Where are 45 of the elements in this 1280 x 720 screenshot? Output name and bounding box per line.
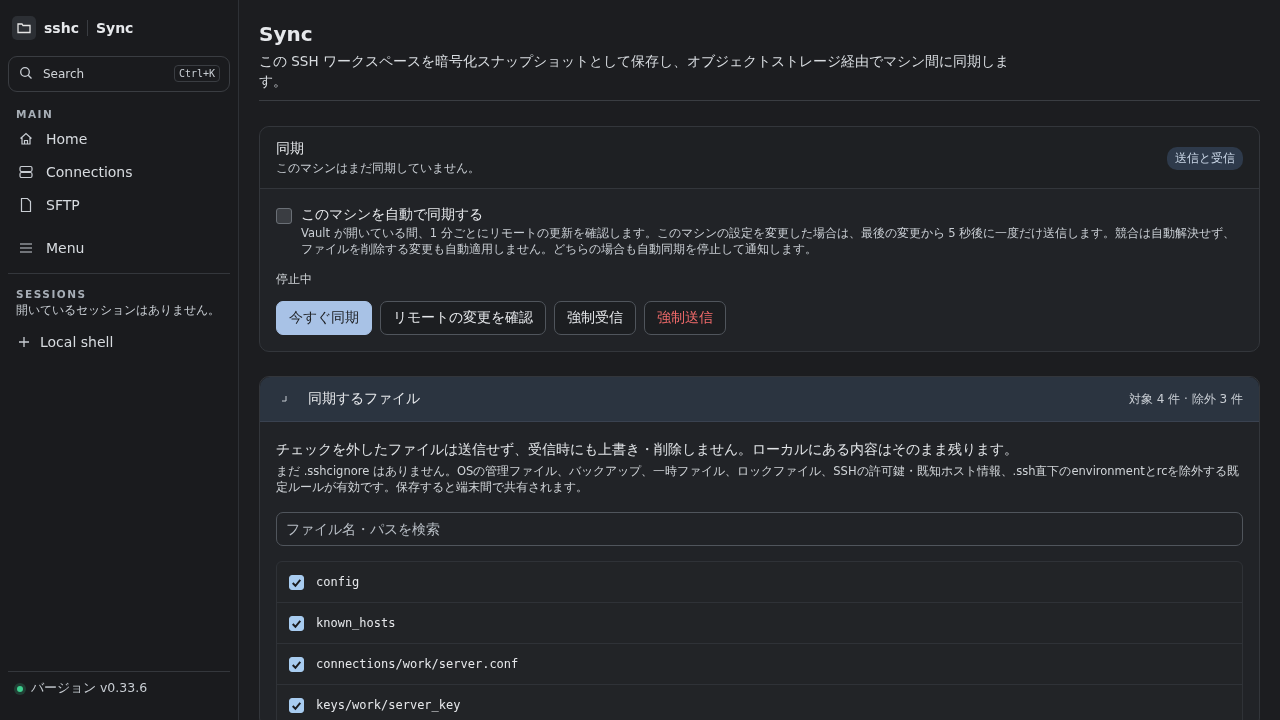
shortcut-key: Ctrl+K (173, 65, 220, 82)
nav-item[interactable]: Menu (8, 231, 230, 264)
card-title: 同期 (276, 140, 305, 158)
file-path: known_hosts (316, 616, 396, 630)
page-description: この SSH ワークスペースを暗号化スナップショットとして保存し、オブジェクトストレージ経由でマシン間に同期します。 (259, 52, 1010, 91)
checkbox[interactable] (276, 208, 292, 224)
server-icon (18, 163, 34, 180)
page-title: Sync (259, 22, 314, 46)
checkbox-label: このマシンを自動で同期する (301, 206, 484, 224)
checkbox[interactable] (289, 574, 304, 590)
section-title: 同期するファイル (308, 390, 421, 408)
folder-icon (12, 16, 36, 40)
empty-sessions-text: 開いているセッションはありません。 (15, 302, 221, 319)
version-text: バージョン v0.33.6 (31, 680, 148, 697)
search-icon (19, 66, 33, 80)
checkbox[interactable] (289, 656, 304, 672)
nav-item[interactable]: SFTP (8, 188, 230, 221)
nav-item[interactable]: Connections (8, 155, 230, 188)
mode-badge: 送信と受信 (1167, 146, 1243, 170)
file-path: config (316, 575, 360, 589)
section-heading: MAIN (15, 107, 55, 122)
section-header[interactable]: 同期するファイル 対象 4 件 · 除外 3 件 (260, 377, 1259, 422)
action-button[interactable]: 強制送信 (644, 301, 726, 335)
file-search-field[interactable]: ファイル名・パスを検索 (276, 512, 1243, 546)
status-text: 停止中 (276, 271, 313, 288)
nav-item[interactable]: Home (8, 122, 230, 155)
app-name: sshc (44, 20, 79, 36)
checkbox[interactable] (289, 697, 304, 713)
file-icon (18, 196, 34, 213)
action-button[interactable]: 今すぐ同期 (276, 301, 372, 335)
note-text: チェックを外したファイルは送信せず、受信時にも上書き・削除しません。ローカルにある内容はそのまま残ります。 (276, 441, 1019, 459)
section-heading: SESSIONS (15, 287, 88, 302)
page-name: Sync (95, 20, 134, 36)
local-shell-link[interactable]: Local shell (8, 325, 230, 358)
action-button[interactable]: リモートの変更を確認 (380, 301, 546, 335)
file-path: keys/work/server_key (316, 698, 461, 712)
file-counts: 対象 4 件 · 除外 3 件 (1129, 390, 1243, 408)
detail-text: まだ .sshcignore はありません。OSの管理ファイル、バックアップ、一時ファイル、ロックファイル、SSHの許可鍵・既知ホスト情報、.ssh直下のenvironmentとrcを除外する既定ルールが有効です。保存すると端末間で共有されます。 (276, 463, 1241, 495)
plus-icon (18, 335, 30, 348)
home-icon (18, 130, 34, 147)
action-button[interactable]: 強制受信 (554, 301, 636, 335)
file-path: connections/work/server.conf (316, 657, 519, 671)
card-subtitle: このマシンはまだ同期していません。 (276, 161, 480, 176)
checkbox[interactable] (289, 615, 304, 631)
help-text: Vault が開いている間、1 分ごとにリモートの更新を確認します。このマシンの設定を変更した場合は、最後の変更から 5 秒後に一度だけ送信します。競合は自動解決せず、ファイルを削除する変更も自動適用しません。どちらの場合も自動同期を停止して通知します。 (301, 225, 1237, 257)
